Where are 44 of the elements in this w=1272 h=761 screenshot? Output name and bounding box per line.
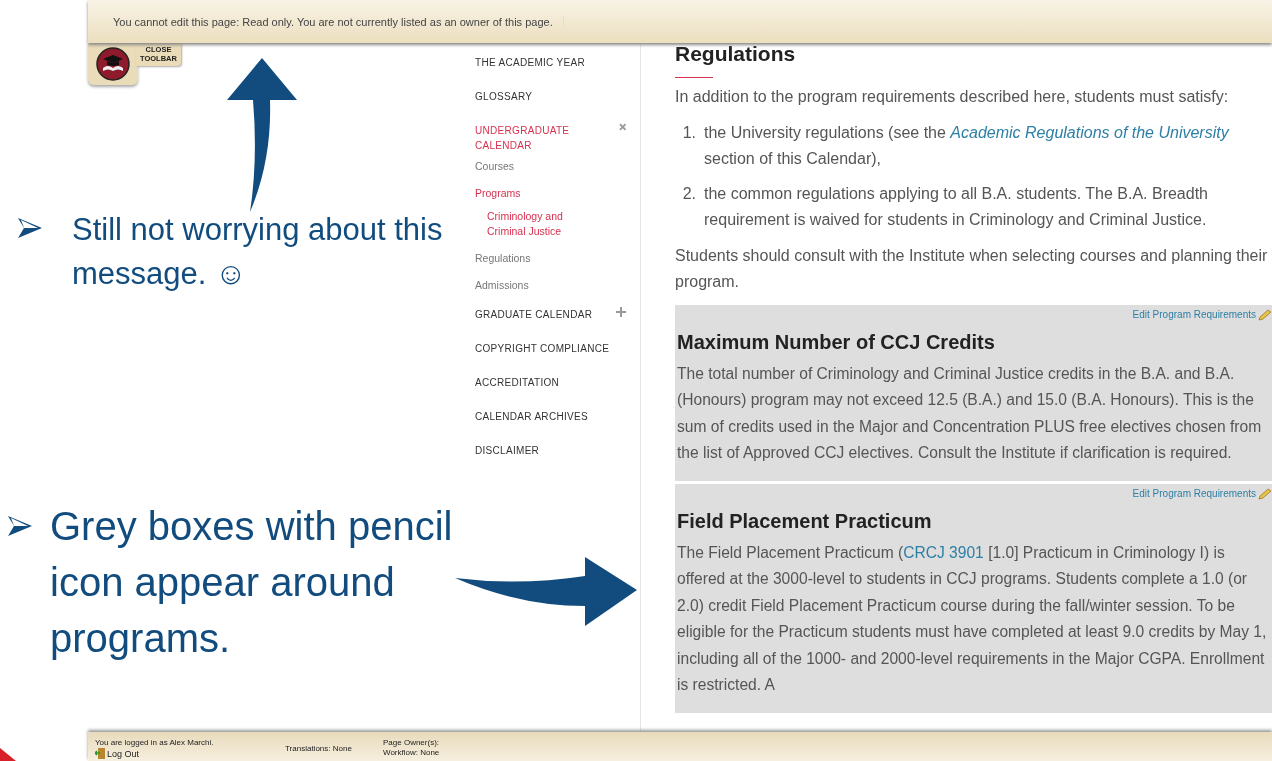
list-item-text: the University regulations (see the Academic Regulations of the University section of this Calendar),: [704, 122, 1231, 169]
log-out-link[interactable]: Log Out: [107, 748, 140, 759]
bullet-arrow-icon: [8, 516, 32, 536]
list-item-text: the common regulations applying to all B.A. students. The B.A. Breadth requirement is waived for students in Criminology and Criminal Justice.: [704, 183, 1209, 230]
section-heading: Field Placement Practicum: [677, 508, 933, 534]
text-link[interactable]: Academic Regulations of the University: [950, 123, 1229, 141]
read-only-message: You cannot edit this page: Read only. You are not currently listed as an owner of this page.: [113, 15, 564, 28]
nav-link[interactable]: GLOSSARY: [475, 89, 533, 104]
callout-text: Grey boxes with pencil icon appear around programs.: [50, 503, 454, 662]
edit-requirements-link[interactable]: Edit Program Requirements: [1132, 483, 1256, 504]
door-icon: [95, 748, 105, 759]
nav-link[interactable]: GRADUATE CALENDAR: [475, 307, 593, 322]
intro-paragraph: In addition to the program requirements described here, students must satisfy:: [675, 87, 1230, 107]
close-icon[interactable]: [618, 123, 626, 131]
login-status: You are logged in as Alex Marchi.: [95, 738, 215, 748]
nav-sublink[interactable]: Programs: [475, 186, 640, 201]
nav-link[interactable]: UNDERGRADUATE CALENDAR: [475, 123, 619, 153]
note-paragraph: Students should consult with the Institute when selecting courses and planning their program.: [675, 245, 1269, 292]
graduation-cap-logo: [96, 47, 130, 81]
translations-status: Translations: None: [285, 744, 353, 754]
nav-link[interactable]: ACCREDITATION: [475, 375, 560, 390]
list-number: 2.: [681, 183, 697, 204]
page-owners-label: Page Owner(s):: [383, 738, 440, 748]
plus-icon[interactable]: [616, 307, 626, 317]
callout-text: Still not worrying about this message. ☺: [72, 211, 444, 293]
bullet-arrow-icon: [18, 218, 42, 238]
nav-link[interactable]: DISCLAIMER: [475, 443, 540, 458]
nav-sublink[interactable]: Regulations: [475, 251, 640, 266]
nav-link[interactable]: THE ACADEMIC YEAR: [475, 55, 585, 70]
nav-link[interactable]: CALENDAR ARCHIVES: [475, 409, 588, 424]
pencil-icon[interactable]: [1258, 487, 1272, 500]
edit-requirements-link[interactable]: Edit Program Requirements: [1132, 304, 1256, 325]
pencil-icon[interactable]: [1258, 308, 1272, 321]
page-heading: Regulations: [675, 43, 797, 67]
section-heading: Maximum Number of CCJ Credits: [677, 329, 996, 355]
section-paragraph: The Field Placement Practicum (CRCJ 3901 [1.0] Practicum in Criminology I) is offered at the 3000-level to students in CCJ programs. Students complete a 1.0 (or 2.0) credit Field Placement Practicum course during the fall/winter session. To be eligible for the Practicum students must have completed at least 9.0 credits by May 1, including all of the 1000- and 2000-level requirements in the Major CGPA. Enrollment is restricted. A: [677, 542, 1268, 695]
nav-sublink[interactable]: Admissions: [475, 278, 640, 293]
list-number: 1.: [681, 122, 697, 143]
nav-sublink[interactable]: Criminology and Criminal Justice: [487, 209, 577, 239]
text-link[interactable]: CRCJ 3901: [903, 543, 984, 561]
nav-link[interactable]: COPYRIGHT COMPLIANCE: [475, 341, 610, 356]
section-paragraph: The total number of Criminology and Criminal Justice credits in the B.A. and B.A. (Honours) program may not exceed 12.5 (B.A.) and 15.0 (B.A. Honours). This is the sum of credits used in the Major and Concentration PLUS free electives chosen from the list of Approved CCJ electives. Consult the Institute if clarification is required.: [677, 363, 1263, 463]
nav-sublink[interactable]: Courses: [475, 159, 640, 174]
workflow-status: Workflow: None: [383, 748, 440, 758]
